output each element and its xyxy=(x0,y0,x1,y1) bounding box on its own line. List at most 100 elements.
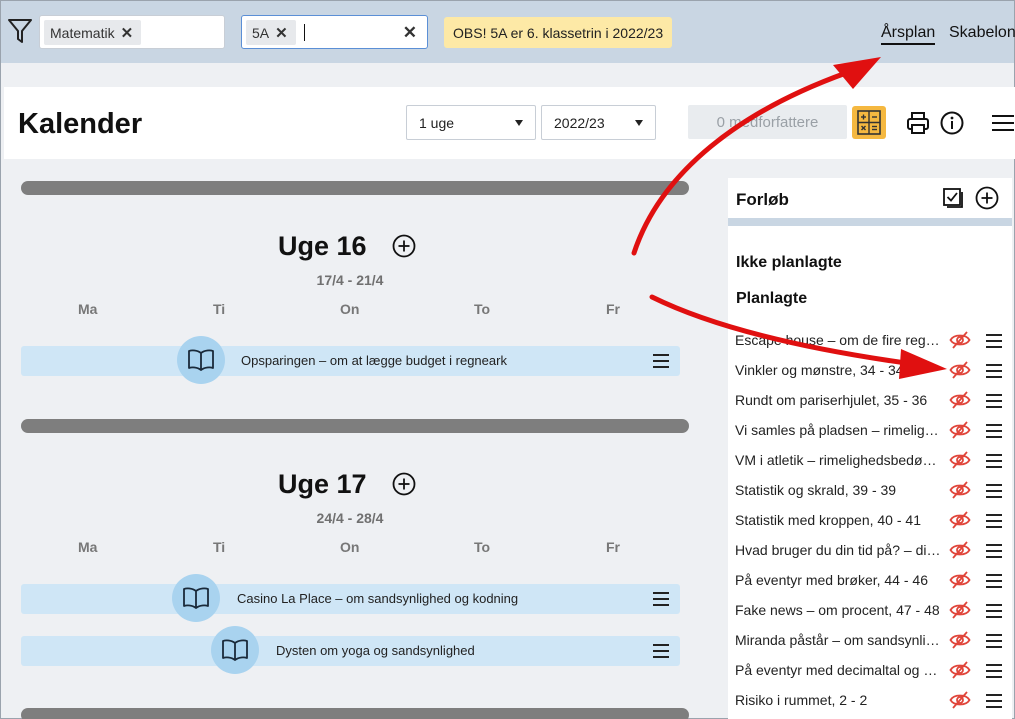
year-select[interactable]: 2022/23 xyxy=(541,105,656,140)
day-label-mon: Ma xyxy=(78,539,98,555)
day-label-tue: Ti xyxy=(213,539,226,555)
calendar-event[interactable]: Dysten om yoga og sandsynlighed xyxy=(21,626,680,674)
calculator-button[interactable] xyxy=(852,106,886,139)
add-to-week-icon[interactable] xyxy=(392,472,416,496)
eye-slash-icon[interactable] xyxy=(949,480,971,500)
week-divider xyxy=(21,419,689,433)
day-label-wed: On xyxy=(340,539,360,555)
course-row[interactable]: På eventyr med decimaltal og procent xyxy=(728,656,1012,686)
course-row[interactable]: Statistik og skrald, 39 - 39 xyxy=(728,476,1012,506)
event-title: Casino La Place – om sandsynlighed og ko… xyxy=(237,591,519,606)
course-row[interactable]: Vinkler og mønstre, 34 - 34 xyxy=(728,356,1012,386)
unplanned-heading[interactable]: Ikke planlagte xyxy=(736,254,842,272)
page-title: Kalender xyxy=(18,108,143,140)
calendar-event[interactable]: Casino La Place – om sandsynlighed og ko… xyxy=(21,574,680,622)
course-name: På eventyr med decimaltal og procent xyxy=(735,662,942,678)
chevron-down-icon xyxy=(635,120,643,126)
course-menu-icon[interactable] xyxy=(986,634,1002,648)
subject-filter-input[interactable]: Matematik ✕ xyxy=(39,15,225,49)
course-row[interactable]: Risiko i rummet, 2 - 2 xyxy=(728,686,1012,716)
eye-slash-icon[interactable] xyxy=(949,630,971,650)
course-name: Vi samles på pladsen – rimelighedsbedømm… xyxy=(735,422,942,438)
course-name: Fake news – om procent, 47 - 48 xyxy=(735,602,940,618)
course-menu-icon[interactable] xyxy=(986,604,1002,618)
class-filter-input[interactable]: 5A ✕ ✕ xyxy=(241,15,428,49)
checklist-icon[interactable] xyxy=(942,187,964,209)
day-label-thu: To xyxy=(474,301,491,317)
eye-slash-icon[interactable] xyxy=(949,360,971,380)
course-row[interactable]: Rundt om pariserhjulet, 35 - 36 xyxy=(728,386,1012,416)
remove-class-icon[interactable]: ✕ xyxy=(275,24,288,42)
eye-slash-icon[interactable] xyxy=(949,390,971,410)
nav-yearplan-link[interactable]: Årsplan xyxy=(881,24,936,45)
year-select-value: 2022/23 xyxy=(554,114,605,131)
calendar-event[interactable]: Opsparingen – om at lægge budget i regne… xyxy=(21,336,680,384)
course-menu-icon[interactable] xyxy=(986,334,1002,348)
course-menu-icon[interactable] xyxy=(986,454,1002,468)
course-name: Escape house – om de fire regningsarter xyxy=(735,332,942,348)
week-divider xyxy=(21,708,689,719)
week-title: Uge 17 xyxy=(278,469,367,499)
course-name: Hvad bruger du din tid på? – diagrammer xyxy=(735,542,942,558)
course-name: På eventyr med brøker, 44 - 46 xyxy=(735,572,928,588)
course-name: Vinkler og mønstre, 34 - 34 xyxy=(735,362,904,378)
course-menu-icon[interactable] xyxy=(986,544,1002,558)
event-menu-icon[interactable] xyxy=(653,354,669,368)
eye-slash-icon[interactable] xyxy=(949,420,971,440)
subject-chip-label: Matematik xyxy=(50,24,115,41)
info-icon[interactable] xyxy=(939,110,965,136)
hamburger-icon[interactable] xyxy=(990,110,1015,136)
course-menu-icon[interactable] xyxy=(986,394,1002,408)
course-menu-icon[interactable] xyxy=(986,424,1002,438)
eye-slash-icon[interactable] xyxy=(949,510,971,530)
filter-bar: Matematik ✕ 5A ✕ ✕ OBS! 5A er 6. klasset… xyxy=(1,1,1015,63)
course-name: Statistik og skrald, 39 - 39 xyxy=(735,482,897,498)
course-row[interactable]: Escape house – om de fire regningsarter xyxy=(728,326,1012,356)
plus-circle-icon[interactable] xyxy=(975,186,999,210)
filter-icon[interactable] xyxy=(7,17,33,45)
day-label-mon: Ma xyxy=(78,301,98,317)
course-menu-icon[interactable] xyxy=(986,484,1002,498)
period-select[interactable]: 1 uge xyxy=(406,105,536,140)
eye-slash-icon[interactable] xyxy=(949,540,971,560)
course-row[interactable]: Miranda påstår – om sandsynlighed xyxy=(728,626,1012,656)
course-name: VM i atletik – rimelighedsbedømmelse xyxy=(735,452,942,468)
day-label-tue: Ti xyxy=(213,301,226,317)
event-menu-icon[interactable] xyxy=(653,644,669,658)
course-menu-icon[interactable] xyxy=(986,514,1002,528)
nav-templates-link[interactable]: Skabelon xyxy=(949,24,1015,42)
event-menu-icon[interactable] xyxy=(653,592,669,606)
course-menu-icon[interactable] xyxy=(986,664,1002,678)
course-name: Risiko i rummet, 2 - 2 xyxy=(735,692,868,708)
course-menu-icon[interactable] xyxy=(986,574,1002,588)
eye-slash-icon[interactable] xyxy=(949,330,971,350)
eye-slash-icon[interactable] xyxy=(949,450,971,470)
text-caret xyxy=(304,24,305,41)
course-menu-icon[interactable] xyxy=(986,694,1002,708)
add-to-week-icon[interactable] xyxy=(392,234,416,258)
panel-title: Forløb xyxy=(736,190,789,209)
planned-heading[interactable]: Planlagte xyxy=(736,290,807,308)
coauthors-button[interactable]: 0 medforfattere xyxy=(688,105,847,139)
course-row[interactable]: Hvad bruger du din tid på? – diagrammer xyxy=(728,536,1012,566)
remove-subject-icon[interactable]: ✕ xyxy=(121,24,134,42)
panel-separator xyxy=(728,218,1012,226)
calculator-icon xyxy=(857,110,881,135)
print-icon[interactable] xyxy=(905,110,931,136)
eye-slash-icon[interactable] xyxy=(949,600,971,620)
class-chip: 5A ✕ xyxy=(246,20,296,45)
course-row[interactable]: Fake news – om procent, 47 - 48 xyxy=(728,596,1012,626)
eye-slash-icon[interactable] xyxy=(949,660,971,680)
course-row[interactable]: På eventyr med brøker, 44 - 46 xyxy=(728,566,1012,596)
course-row[interactable]: VM i atletik – rimelighedsbedømmelse xyxy=(728,446,1012,476)
week-range: 24/4 - 28/4 xyxy=(316,510,384,526)
class-grade-notice: OBS! 5A er 6. klassetrin i 2022/23 xyxy=(444,17,673,48)
day-label-wed: On xyxy=(340,301,360,317)
eye-slash-icon[interactable] xyxy=(949,690,971,710)
course-row[interactable]: Vi samles på pladsen – rimelighedsbedømm… xyxy=(728,416,1012,446)
chevron-down-icon xyxy=(515,120,523,126)
eye-slash-icon[interactable] xyxy=(949,570,971,590)
clear-class-filter-icon[interactable]: ✕ xyxy=(403,23,417,43)
course-row[interactable]: Statistik med kroppen, 40 - 41 xyxy=(728,506,1012,536)
course-menu-icon[interactable] xyxy=(986,364,1002,378)
